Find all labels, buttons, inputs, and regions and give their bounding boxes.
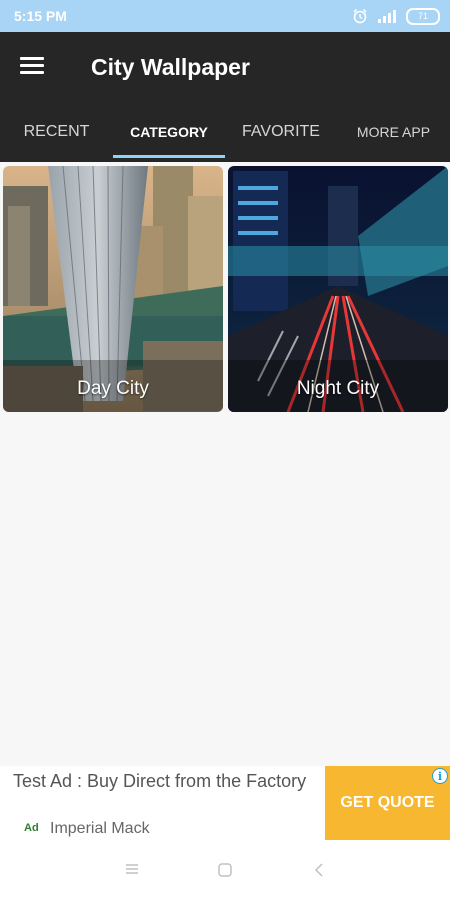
hamburger-icon — [20, 57, 44, 60]
ad-badge: Ad — [24, 822, 39, 834]
ad-info-icon[interactable]: i — [432, 768, 448, 784]
category-card-night-city[interactable]: Night City — [228, 166, 448, 412]
app-title: City Wallpaper — [91, 54, 250, 80]
status-bar: 5:15 PM 71 — [0, 0, 450, 32]
ad-advertiser: Imperial Mack — [50, 820, 150, 837]
tab-indicator — [113, 155, 225, 158]
hamburger-icon-bar — [20, 64, 44, 67]
status-icons: 71 — [352, 6, 440, 26]
status-time: 5:15 PM — [14, 8, 67, 24]
signal-icon — [378, 10, 396, 23]
battery-icon: 71 — [406, 7, 440, 25]
app-toolbar: City Wallpaper — [0, 32, 450, 104]
category-card-day-city[interactable]: Day City — [3, 166, 223, 412]
tab-bar: RECENT CATEGORY FAVORITE MORE APP — [0, 104, 450, 162]
tab-favorite[interactable]: FAVORITE — [225, 104, 337, 162]
menu-button[interactable] — [20, 54, 50, 82]
ad-banner[interactable]: Test Ad : Buy Direct from the Factory Ad… — [0, 766, 450, 840]
recent-apps-icon[interactable] — [124, 862, 140, 876]
tab-category[interactable]: CATEGORY — [113, 104, 225, 162]
alarm-icon — [353, 8, 367, 24]
home-icon[interactable] — [217, 862, 233, 878]
hamburger-icon-bar — [20, 71, 44, 74]
tab-recent[interactable]: RECENT — [0, 104, 113, 162]
back-icon[interactable] — [312, 862, 326, 878]
category-label: Day City — [77, 378, 149, 399]
system-navigation-bar — [0, 840, 450, 900]
ad-headline[interactable]: Test Ad : Buy Direct from the Factory — [13, 770, 313, 793]
tab-more-app[interactable]: MORE APP — [337, 104, 450, 162]
category-label: Night City — [296, 378, 380, 399]
